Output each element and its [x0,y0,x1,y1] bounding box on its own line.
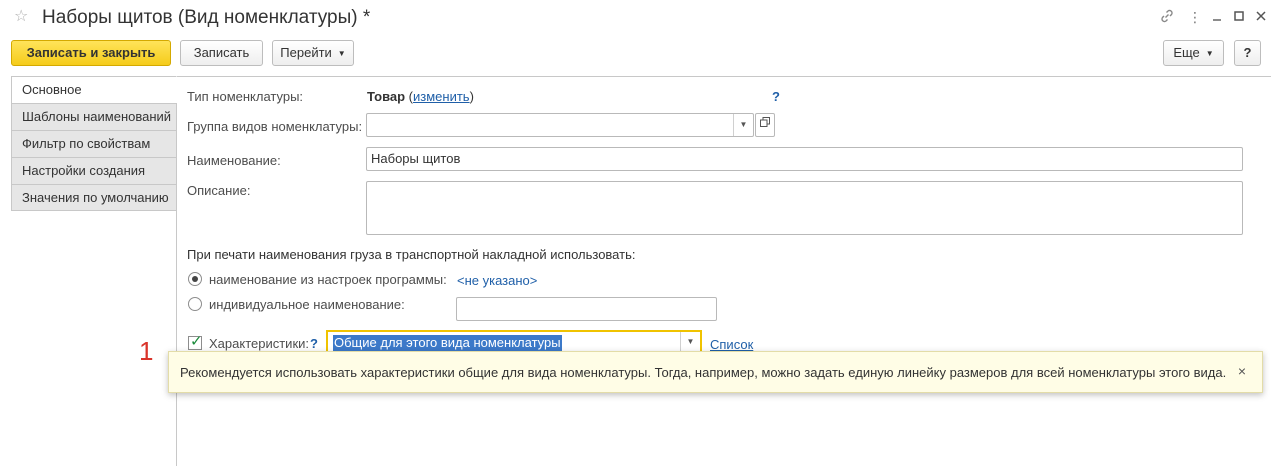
hint-tooltip: Рекомендуется использовать характеристик… [168,351,1263,393]
not-specified-link[interactable]: <не указано> [457,273,537,288]
tab-label: Настройки создания [22,163,146,178]
group-label: Группа видов номенклатуры: [187,119,363,134]
save-and-close-label: Записать и закрыть [26,45,156,60]
checkmark-icon: ✓ [190,333,203,350]
print-heading: При печати наименования груза в транспор… [187,247,636,262]
save-and-close-button[interactable]: Записать и закрыть [11,40,171,66]
link-icon[interactable] [1158,8,1176,26]
tab-label: Основное [22,82,82,97]
tabs-panel: Основное Шаблоны наименований Фильтр по … [11,76,177,211]
description-label: Описание: [187,183,251,198]
menu-icon[interactable]: ⋮ [1186,8,1204,26]
open-icon[interactable] [755,113,775,137]
tab-default-values[interactable]: Значения по умолчанию [11,184,177,211]
name-label: Наименование: [187,153,281,168]
goto-label: Перейти [280,45,332,60]
maximize-icon[interactable] [1230,8,1248,26]
characteristics-help-icon[interactable]: ? [310,336,318,351]
tab-main[interactable]: Основное [11,76,177,103]
description-input[interactable] [366,181,1243,235]
radio-individual-name[interactable] [188,297,202,311]
type-value: Товар [367,89,406,104]
tooltip-text: Рекомендуется использовать характеристик… [180,365,1227,380]
radio-individual-name-label: индивидуальное наименование: [209,297,405,312]
type-value-row: Товар (изменить) [367,89,474,104]
goto-button[interactable]: Перейти ▼ [272,40,354,66]
chevron-down-icon: ▼ [1205,48,1214,58]
close-icon[interactable] [1252,8,1270,26]
tab-label: Значения по умолчанию [22,190,169,205]
type-label: Тип номенклатуры: [187,89,304,104]
annotation-marker: 1 [139,336,154,366]
tab-creation-settings[interactable]: Настройки создания [11,157,177,184]
group-input[interactable]: ▼ [366,113,754,137]
change-type-link[interactable]: изменить [413,89,470,104]
characteristics-list-link[interactable]: Список [710,337,753,352]
more-button[interactable]: Еще ▼ [1163,40,1224,66]
more-label: Еще [1173,45,1200,60]
radio-settings-name-label: наименование из настроек программы: [209,272,447,287]
tab-label: Шаблоны наименований [22,109,172,124]
help-label: ? [1243,45,1252,60]
type-help-icon[interactable]: ? [772,89,780,104]
chevron-down-icon[interactable]: ▼ [733,114,753,136]
individual-name-input[interactable] [456,297,717,321]
name-value: Наборы щитов [371,151,461,166]
help-button[interactable]: ? [1234,40,1261,66]
title-bar: ☆ Наборы щитов (Вид номенклатуры) * ⋮ [0,0,1281,36]
characteristics-label: Характеристики: [209,336,310,351]
chevron-down-icon: ▼ [337,48,346,58]
characteristics-checkbox[interactable]: ✓ [188,333,203,350]
name-input[interactable]: Наборы щитов [366,147,1243,171]
chevron-down-icon[interactable]: ▼ [680,332,700,352]
save-button[interactable]: Записать [180,40,263,66]
save-label: Записать [193,45,250,60]
window-title: Наборы щитов (Вид номенклатуры) * [42,7,371,28]
tab-property-filter[interactable]: Фильтр по свойствам [11,130,177,157]
minimize-icon[interactable] [1208,8,1226,26]
tab-name-templates[interactable]: Шаблоны наименований [11,103,177,130]
tooltip-close-icon[interactable]: × [1238,363,1246,379]
tab-label: Фильтр по свойствам [22,136,151,151]
radio-settings-name[interactable] [188,272,202,286]
star-icon[interactable]: ☆ [14,8,28,26]
characteristics-value: Общие для этого вида номенклатуры [333,335,562,351]
